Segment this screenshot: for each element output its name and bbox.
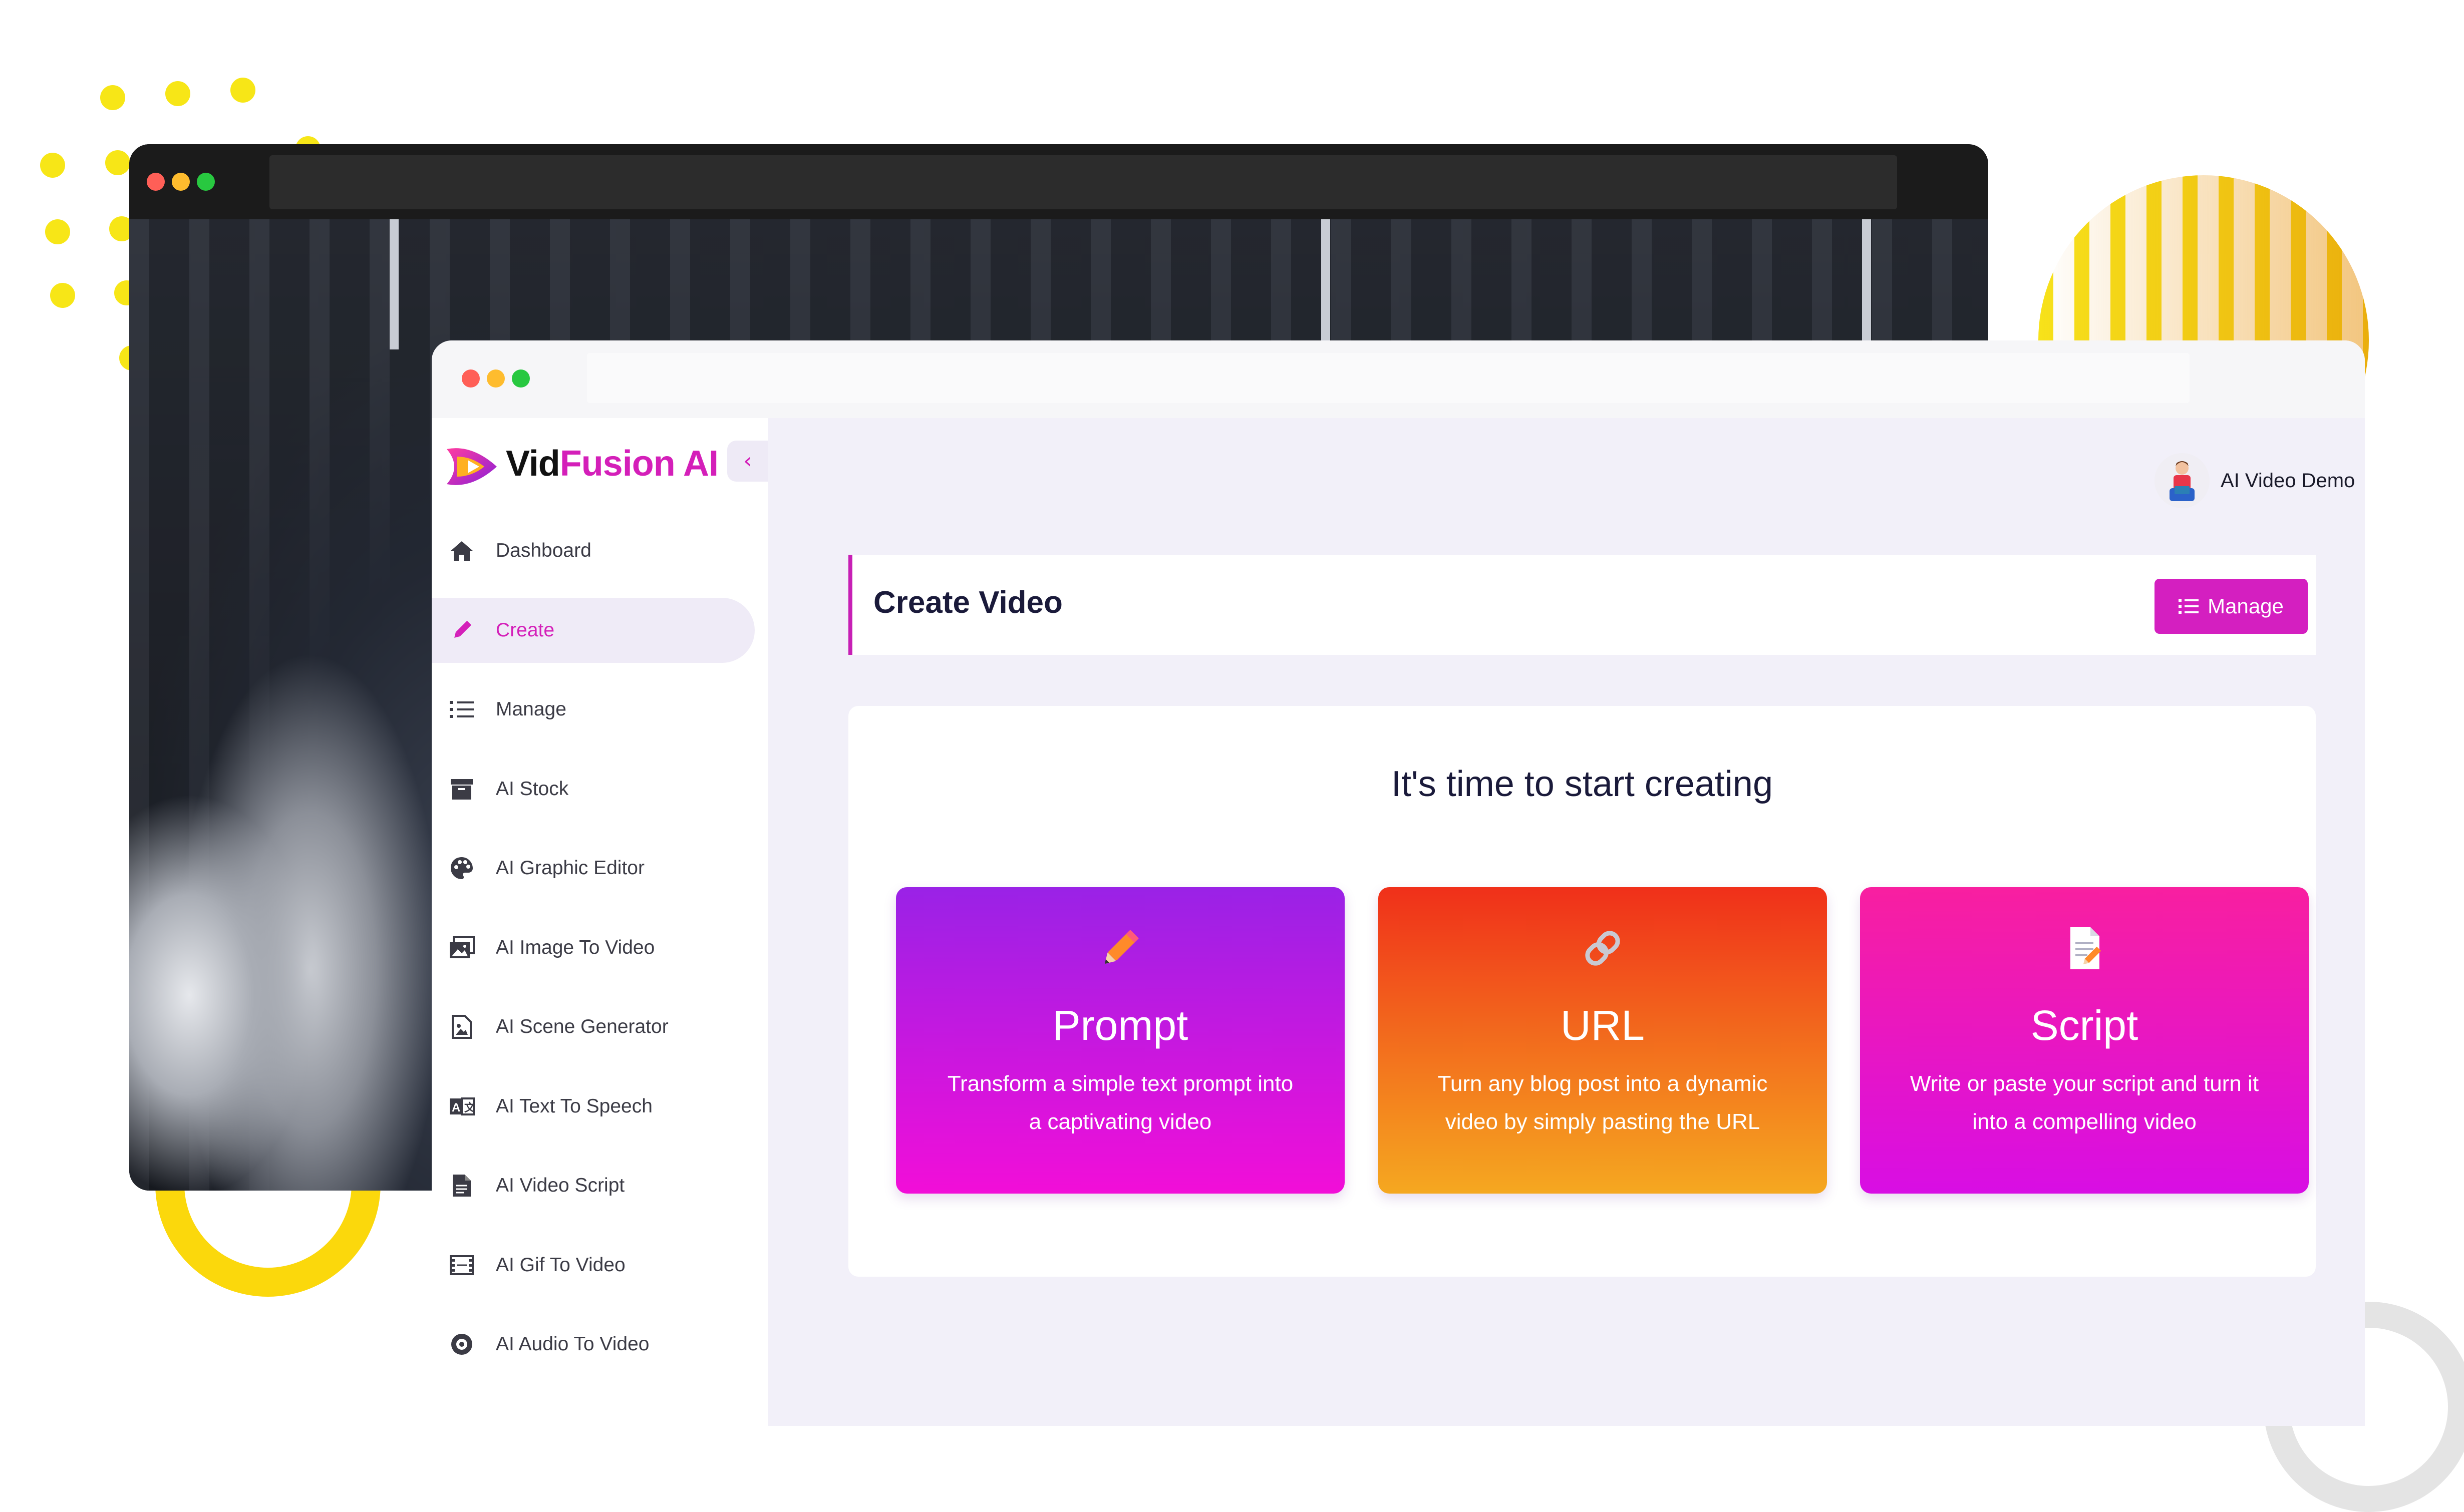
app-window: VidFusion AI ‹ Dashboard Create Manage AI S…	[432, 340, 2365, 1426]
pencil-icon	[447, 615, 477, 645]
user-avatar-icon	[2170, 461, 2195, 501]
chevron-left-icon: ‹	[743, 448, 752, 474]
memo-icon	[1860, 923, 2309, 978]
background-address-bar	[269, 155, 1897, 209]
sidebar-item-label: AI Audio To Video	[496, 1333, 650, 1355]
sidebar-item-ai-graphic-editor[interactable]: AI Graphic Editor	[432, 836, 762, 901]
language-icon: A文	[447, 1091, 477, 1121]
file-image-icon	[447, 1012, 477, 1042]
sidebar-item-manage[interactable]: Manage	[432, 677, 762, 742]
sidebar-item-ai-stock[interactable]: AI Stock	[432, 757, 762, 822]
archive-icon	[447, 774, 477, 804]
sidebar-item-ai-audio-to-video[interactable]: AI Audio To Video	[432, 1312, 762, 1377]
app-window-toolbar	[432, 340, 2365, 418]
sidebar-item-label: AI Image To Video	[496, 936, 655, 958]
svg-text:文: 文	[464, 1101, 475, 1114]
file-text-icon	[447, 1171, 477, 1201]
link-icon	[1378, 923, 1827, 978]
close-dot-icon[interactable]	[462, 369, 480, 388]
vidfusion-logo-icon	[447, 448, 497, 485]
brand-logo[interactable]: VidFusion AI	[442, 433, 732, 498]
sidebar-item-label: AI Video Script	[496, 1175, 625, 1196]
sidebar-item-label: Dashboard	[496, 540, 591, 561]
brand-name: VidFusion AI	[506, 444, 719, 484]
prompt-option-card[interactable]: Prompt Transform a simple text prompt in…	[896, 887, 1345, 1194]
sidebar-item-label: AI Stock	[496, 778, 569, 800]
user-name: AI Video Demo	[2221, 469, 2355, 492]
maximize-dot-icon	[197, 173, 215, 191]
create-options-panel: It's time to start creating Prompt Trans…	[848, 706, 2316, 1277]
option-title: Prompt	[1052, 1002, 1188, 1049]
avatar	[2154, 453, 2210, 508]
sidebar-item-dashboard[interactable]: Dashboard	[432, 518, 762, 583]
svg-text:A: A	[452, 1101, 460, 1114]
user-menu[interactable]: AI Video Demo	[2154, 448, 2365, 513]
minimize-dot-icon	[172, 173, 190, 191]
close-dot-icon	[147, 173, 165, 191]
sidebar-item-create[interactable]: Create	[432, 597, 755, 663]
maximize-dot-icon[interactable]	[512, 369, 530, 388]
page-header: Create Video Manage	[848, 555, 2316, 655]
images-icon	[447, 933, 477, 963]
option-title: URL	[1560, 1002, 1645, 1049]
option-description: Write or paste your script and turn it in…	[1910, 1071, 2259, 1134]
background-browser-toolbar	[129, 144, 1988, 219]
pencil-icon	[896, 923, 1345, 978]
sidebar-item-label: Manage	[496, 698, 566, 720]
sidebar-item-ai-text-to-speech[interactable]: A 文 AI Text To Speech	[432, 1074, 762, 1139]
option-description: Turn any blog post into a dynamic video b…	[1437, 1071, 1768, 1134]
record-icon	[447, 1329, 477, 1359]
sidebar-item-ai-video-script[interactable]: AI Video Script	[432, 1153, 762, 1218]
palette-icon	[447, 853, 477, 883]
page-title: Create Video	[873, 585, 1063, 620]
list-icon	[447, 694, 477, 724]
sidebar-item-label: Create	[496, 619, 555, 641]
url-option-card[interactable]: URL Turn any blog post into a dynamic vid…	[1378, 887, 1827, 1194]
sidebar: VidFusion AI ‹ Dashboard Create Manage AI S…	[432, 418, 768, 1426]
sidebar-collapse-button[interactable]: ‹	[727, 441, 768, 482]
home-icon	[447, 536, 477, 566]
list-icon	[2179, 597, 2199, 615]
sidebar-item-ai-image-to-video[interactable]: AI Image To Video	[432, 915, 762, 980]
sidebar-item-ai-gif-to-video[interactable]: AI Gif To Video	[432, 1233, 762, 1298]
minimize-dot-icon[interactable]	[487, 369, 505, 388]
sidebar-item-label: AI Scene Generator	[496, 1016, 669, 1037]
manage-button[interactable]: Manage	[2154, 579, 2308, 634]
panel-heading: It's time to start creating	[1391, 764, 1773, 804]
script-option-card[interactable]: Script Write or paste your script and tu…	[1860, 887, 2309, 1194]
option-title: Script	[2030, 1002, 2138, 1049]
sidebar-item-ai-scene-generator[interactable]: AI Scene Generator	[432, 994, 762, 1059]
sidebar-item-label: AI Gif To Video	[496, 1254, 626, 1276]
sidebar-item-label: AI Text To Speech	[496, 1095, 653, 1117]
film-icon	[447, 1250, 477, 1280]
option-description: Transform a simple text prompt into a cap…	[947, 1071, 1294, 1134]
address-bar[interactable]	[587, 353, 2190, 403]
sidebar-item-label: AI Graphic Editor	[496, 857, 645, 879]
